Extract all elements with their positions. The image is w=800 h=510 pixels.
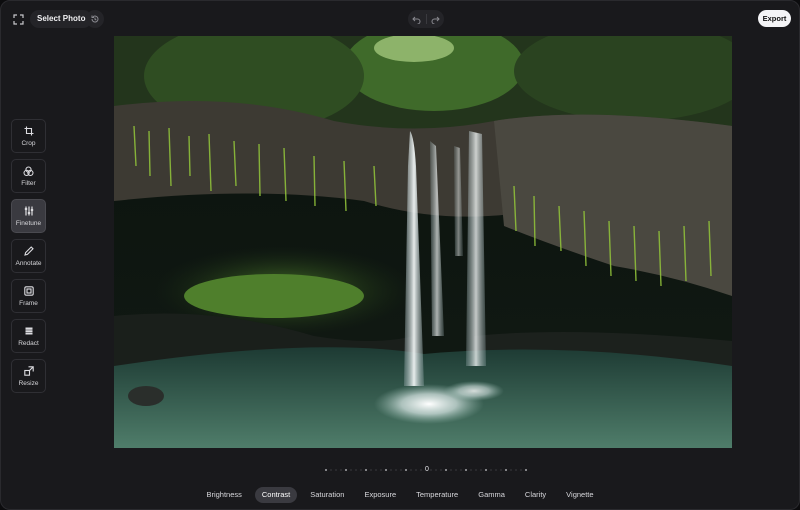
slider-tick [325,469,327,471]
slider-tick [350,469,352,471]
slider-tick [345,469,347,471]
slider-tick [370,469,372,471]
sidebar-item-finetune[interactable]: Finetune [11,199,46,233]
export-button[interactable]: Export [758,10,791,27]
slider-tick [335,469,337,471]
slider-tick [490,469,492,471]
tab-clarity[interactable]: Clarity [518,487,553,503]
slider-tick [375,469,377,471]
slider-tick [460,469,462,471]
slider-tick [440,469,442,471]
tab-vignette[interactable]: Vignette [559,487,600,503]
slider-tick [390,469,392,471]
slider-value: 0 [425,466,429,473]
tool-sidebar: Crop Filter Finetune Annotate Frame Reda… [11,119,46,399]
crop-icon [24,126,34,137]
slider-tick [400,469,402,471]
slider-tick [500,469,502,471]
waterfall-photo [114,36,732,448]
slider-tick [380,469,382,471]
slider-tick [415,469,417,471]
redo-icon[interactable] [427,10,445,28]
top-toolbar: Select Photo Export [1,1,799,37]
slider-tick [515,469,517,471]
slider-tick [445,469,447,471]
tab-exposure[interactable]: Exposure [357,487,403,503]
photo-canvas[interactable] [114,36,732,448]
slider-tick [505,469,507,471]
sidebar-item-label: Frame [19,299,38,307]
pencil-icon [23,246,34,257]
slider-tick [330,469,332,471]
undo-redo-group [408,10,444,28]
slider-tick [365,469,367,471]
tab-brightness[interactable]: Brightness [199,487,248,503]
sidebar-item-label: Crop [21,139,36,147]
sidebar-item-resize[interactable]: Resize [11,359,46,393]
slider-tick [385,469,387,471]
filter-icon [23,166,34,177]
sidebar-item-label: Finetune [15,219,42,227]
resize-icon [23,366,34,377]
tab-saturation[interactable]: Saturation [303,487,351,503]
adjustment-tabs: Brightness Contrast Saturation Exposure Temp… [1,487,799,503]
redact-icon [24,326,34,337]
sliders-icon [24,206,34,217]
sidebar-item-label: Resize [18,379,39,387]
slider-tick [410,469,412,471]
slider-tick [510,469,512,471]
sidebar-item-label: Annotate [15,259,42,267]
sidebar-item-filter[interactable]: Filter [11,159,46,193]
slider-tick [520,469,522,471]
slider-tick [525,469,527,471]
slider-tick [340,469,342,471]
frame-icon [23,286,34,297]
slider-tick [360,469,362,471]
sidebar-item-label: Filter [21,179,36,187]
undo-icon[interactable] [408,10,426,28]
select-photo-button[interactable]: Select Photo [30,10,93,28]
sidebar-item-label: Redact [18,339,39,347]
tab-gamma[interactable]: Gamma [471,487,512,503]
tab-contrast[interactable]: Contrast [254,487,298,503]
sidebar-item-annotate[interactable]: Annotate [11,239,46,273]
slider-tick [475,469,477,471]
sidebar-item-frame[interactable]: Frame [11,279,46,313]
slider-tick [480,469,482,471]
history-icon[interactable] [86,10,104,28]
tab-temperature[interactable]: Temperature [409,487,465,503]
sidebar-item-redact[interactable]: Redact [11,319,46,353]
slider-tick [465,469,467,471]
slider-tick [470,469,472,471]
slider-tick [450,469,452,471]
slider-tick [355,469,357,471]
fullscreen-icon[interactable] [9,10,27,28]
slider-tick [455,469,457,471]
slider-tick [435,469,437,471]
slider-tick [485,469,487,471]
slider-tick [495,469,497,471]
sidebar-item-crop[interactable]: Crop [11,119,46,153]
slider-tick [405,469,407,471]
editor-window: Select Photo Export Crop Filter Finetune… [0,0,800,510]
slider-tick [395,469,397,471]
